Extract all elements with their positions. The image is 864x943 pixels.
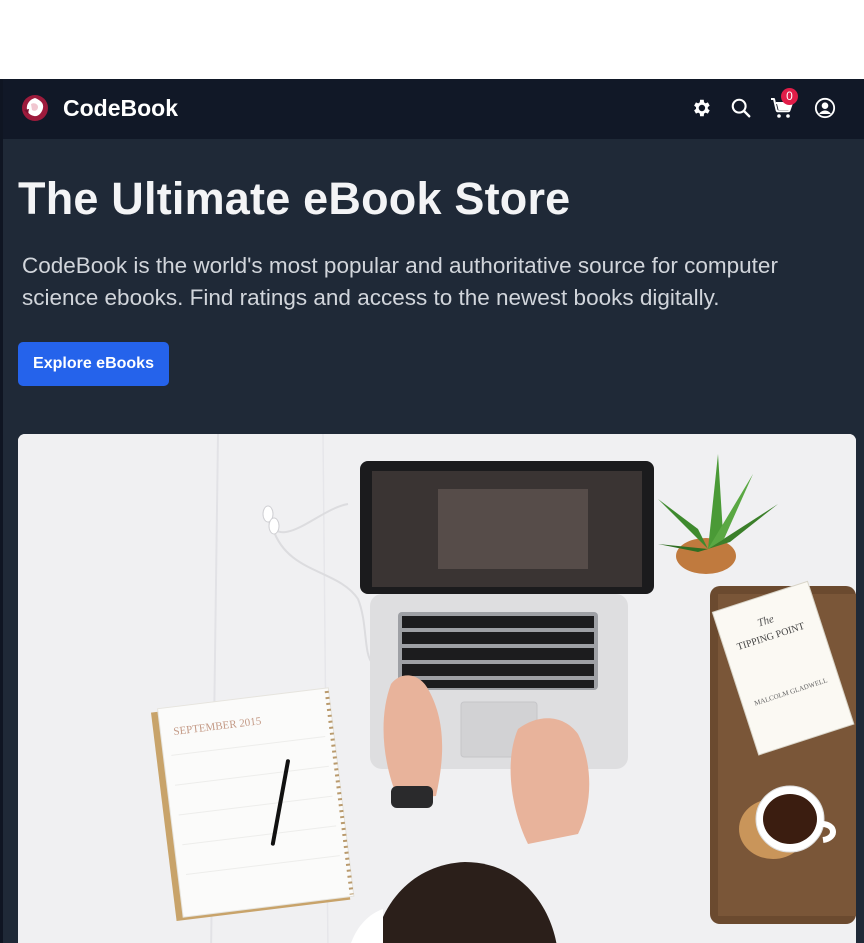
- hero-photo-illustration: The TIPPING POINT MALCOLM GLADWELL SEPTE…: [18, 434, 856, 943]
- account-button[interactable]: [813, 96, 837, 120]
- brand-name: CodeBook: [63, 95, 178, 121]
- search-button[interactable]: [729, 96, 753, 120]
- app-root: CodeBook 0 The Ultimate eBook Store Code…: [0, 79, 864, 943]
- top-whitespace: [0, 0, 864, 79]
- hero-image: The TIPPING POINT MALCOLM GLADWELL SEPTE…: [18, 434, 856, 943]
- user-circle-icon: [814, 97, 836, 119]
- hero-title: The Ultimate eBook Store: [18, 173, 571, 224]
- explore-ebooks-button[interactable]: Explore eBooks: [18, 342, 169, 386]
- navbar: CodeBook 0: [3, 79, 864, 139]
- search-icon: [731, 98, 751, 118]
- notebook-illustration: SEPTEMBER 2015: [150, 687, 355, 922]
- wooden-tray-illustration: The TIPPING POINT MALCOLM GLADWELL: [710, 580, 856, 924]
- gear-icon: [694, 99, 710, 117]
- rose-logo-icon: [22, 95, 48, 121]
- hero-description: CodeBook is the world's most popular and…: [22, 253, 778, 310]
- cart-count-badge: 0: [781, 88, 798, 105]
- settings-button[interactable]: [689, 96, 713, 120]
